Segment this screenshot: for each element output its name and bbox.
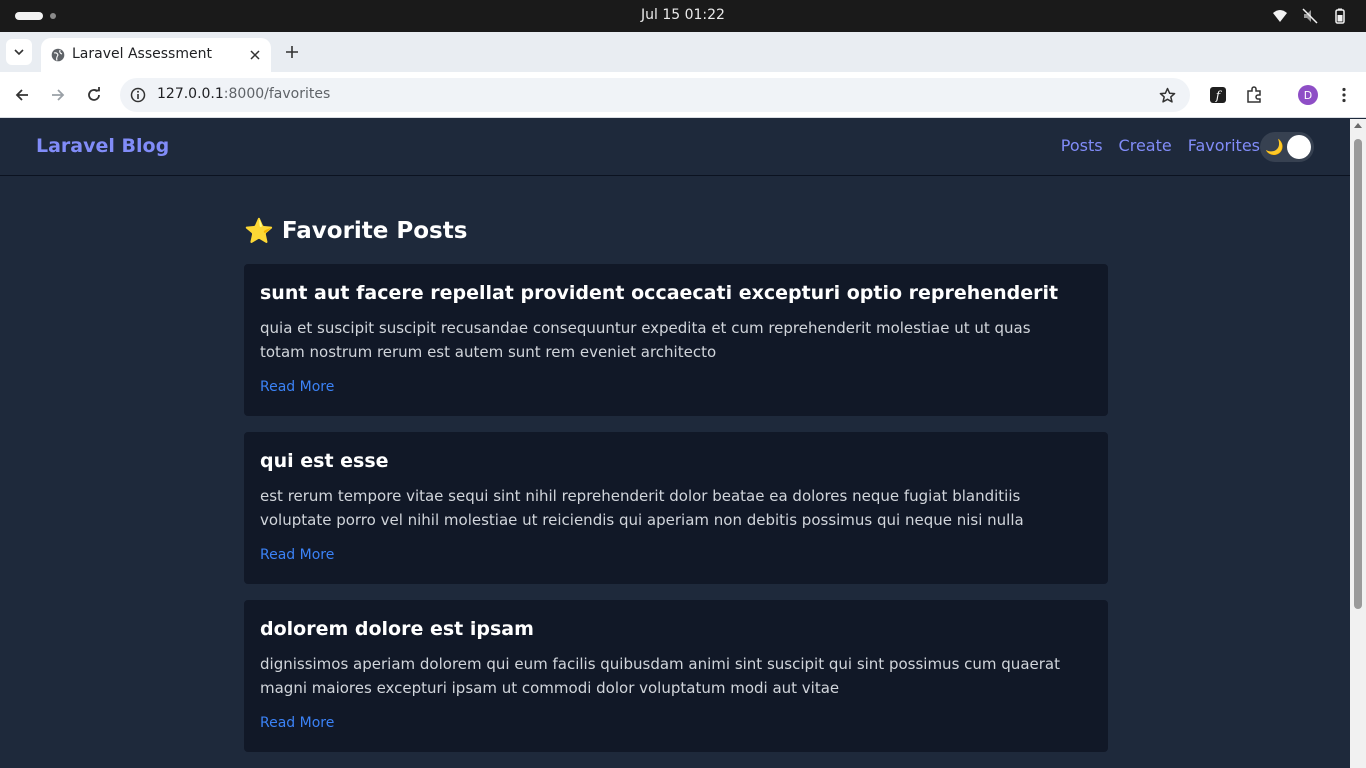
puzzle-icon: [1247, 86, 1261, 103]
nav-link-posts[interactable]: Posts: [1061, 136, 1103, 155]
read-more-link[interactable]: Read More: [260, 547, 334, 563]
page-heading: ⭐ Favorite Posts: [244, 214, 1108, 248]
post-title: sunt aut facere repellat provident occae…: [260, 282, 1059, 304]
system-clock[interactable]: Jul 15 01:22: [0, 7, 1366, 23]
plus-icon: [286, 46, 298, 58]
tab-search-button[interactable]: [6, 39, 32, 65]
page-title: Favorite Posts: [281, 218, 468, 244]
post-card: qui est esse est rerum tempore vitae seq…: [244, 432, 1108, 584]
url-path: :8000/favorites: [223, 86, 331, 102]
star-icon: ⭐: [244, 217, 274, 245]
reload-icon: [88, 87, 100, 101]
wifi-icon: [1273, 10, 1287, 22]
forward-button[interactable]: [46, 83, 70, 107]
toggle-knob: [1287, 135, 1311, 159]
system-tray[interactable]: [1272, 8, 1348, 24]
extensions-menu-button[interactable]: [1242, 83, 1266, 107]
url-text[interactable]: 127.0.0.1:8000/favorites: [157, 86, 330, 102]
scrollbar-thumb[interactable]: [1354, 139, 1362, 609]
favorite-posts-list: sunt aut facere repellat provident occae…: [244, 264, 1108, 768]
post-card: dolorem dolore est ipsam dignissimos ape…: [244, 600, 1108, 752]
main-content: ⭐ Favorite Posts sunt aut facere repella…: [244, 214, 1108, 752]
post-card: sunt aut facere repellat provident occae…: [244, 264, 1108, 416]
browser-menu-button[interactable]: [1332, 83, 1356, 107]
profile-avatar[interactable]: D: [1298, 85, 1318, 105]
scroll-up-arrow-icon[interactable]: [1354, 123, 1362, 128]
arrow-right-icon: [52, 89, 65, 101]
new-tab-button[interactable]: [280, 40, 304, 64]
site-info-icon[interactable]: [130, 87, 146, 103]
more-vertical-icon: [1342, 87, 1346, 103]
nav-links: Posts Create Favorites: [1061, 136, 1260, 155]
post-title: dolorem dolore est ipsam: [260, 618, 534, 640]
post-excerpt: est rerum tempore vitae sequi sint nihil…: [260, 487, 1024, 529]
chevron-down-icon: [14, 49, 24, 56]
page-scrollbar[interactable]: [1350, 119, 1366, 768]
nav-link-create[interactable]: Create: [1119, 136, 1172, 155]
read-more-link[interactable]: Read More: [260, 715, 334, 731]
browser-tab-strip: Laravel Assessment: [0, 32, 1366, 72]
app-navbar: Laravel Blog Posts Create Favorites 🌙: [0, 119, 1350, 176]
battery-icon: [1335, 8, 1345, 24]
speaker-muted-icon: [1302, 8, 1318, 24]
theme-toggle[interactable]: 🌙: [1260, 132, 1314, 162]
back-button[interactable]: [10, 83, 34, 107]
address-bar[interactable]: 127.0.0.1:8000/favorites: [120, 78, 1190, 112]
post-excerpt: dignissimos aperiam dolorem qui eum faci…: [260, 655, 1060, 697]
globe-icon: [51, 48, 65, 62]
tab-title: Laravel Assessment: [72, 46, 212, 62]
brand-logo-link[interactable]: Laravel Blog: [36, 135, 169, 157]
moon-icon: 🌙: [1265, 138, 1284, 156]
url-host: 127.0.0.1: [157, 86, 224, 102]
browser-toolbar: 127.0.0.1:8000/favorites f D: [0, 72, 1366, 118]
bookmark-star-icon[interactable]: [1159, 87, 1176, 104]
close-icon: [250, 50, 260, 60]
read-more-link[interactable]: Read More: [260, 379, 334, 395]
tab-close-button[interactable]: [247, 47, 263, 63]
post-excerpt: quia et suscipit suscipit recusandae con…: [260, 319, 1031, 361]
tab-laravel-assessment[interactable]: Laravel Assessment: [41, 38, 271, 72]
font-extension-icon: f: [1210, 87, 1226, 103]
arrow-left-icon: [15, 89, 28, 101]
page-viewport: Laravel Blog Posts Create Favorites 🌙 ⭐ …: [0, 119, 1350, 768]
reload-button[interactable]: [82, 83, 106, 107]
os-top-bar: Jul 15 01:22: [0, 0, 1366, 32]
extension-button[interactable]: f: [1206, 83, 1230, 107]
nav-link-favorites[interactable]: Favorites: [1188, 136, 1260, 155]
post-title: qui est esse: [260, 450, 389, 472]
